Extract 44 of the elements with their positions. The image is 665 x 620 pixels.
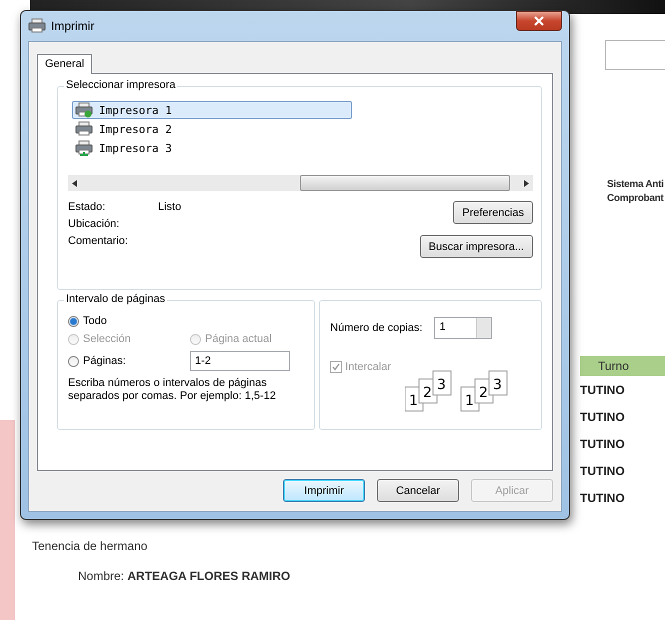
radio-dot[interactable] [68, 316, 79, 326]
printer-item[interactable]: Impresora 3 [72, 139, 352, 157]
header-text: Sistema Anti Comprobant [607, 178, 665, 206]
printer-icon [75, 140, 93, 156]
field-value: Listo [158, 201, 182, 213]
dialog-button[interactable]: Cancelar [377, 479, 459, 502]
table-cell: TUTINO [580, 436, 625, 450]
field-label: Comentario: [68, 235, 129, 247]
field-label: Estado: [68, 201, 106, 213]
field-label: Número de copias: [330, 322, 422, 334]
group-title: Intervalo de páginas [64, 293, 168, 305]
input-field[interactable] [605, 40, 665, 70]
table-cell: TUTINO [580, 490, 625, 504]
scrollbar[interactable] [68, 175, 533, 191]
dialog-button[interactable]: Preferencias [453, 201, 533, 224]
copies-spinner[interactable]: 1 [434, 317, 492, 339]
radio-dot[interactable] [68, 356, 79, 366]
column-header: Turno [580, 356, 665, 376]
table-cell: TUTINO [580, 410, 625, 424]
printer-item[interactable]: Impresora 1 [72, 101, 352, 119]
field-label: Ubicación: [68, 218, 120, 230]
printer-item[interactable]: Impresora 2 [72, 120, 352, 138]
name-text: Nombre: ARTEAGA FLORES RAMIRO [78, 569, 292, 583]
tab[interactable]: General [37, 54, 92, 74]
window-title: Imprimir [51, 19, 94, 33]
section-title: Tenencia de hermano [32, 539, 148, 553]
radio-option[interactable]: Páginas: [68, 355, 126, 367]
group-title: Seleccionar impresora [64, 79, 178, 91]
check-icon [332, 363, 340, 371]
right-arrow-icon [524, 180, 529, 186]
table-cell: TUTINO [580, 382, 625, 396]
close-icon [534, 16, 544, 26]
hint-text: Escriba números o intervalos de páginas separados por comas. Por ejemplo: 1,5-12 [68, 377, 277, 403]
dialog-button[interactable]: Buscar impresora... [420, 235, 533, 258]
left-arrow-icon [72, 180, 77, 186]
radio-option[interactable]: Todo [68, 315, 107, 327]
dialog-button[interactable]: Imprimir [283, 479, 365, 502]
pages-field[interactable]: 1-2 [190, 351, 290, 371]
printer-icon [75, 102, 93, 118]
close-button[interactable] [516, 11, 562, 31]
printer-icon [28, 18, 46, 34]
collate-drawing: 1 2 3 1 2 3 [405, 369, 533, 413]
printer-icon [75, 121, 93, 137]
table-cell: TUTINO [580, 464, 625, 478]
